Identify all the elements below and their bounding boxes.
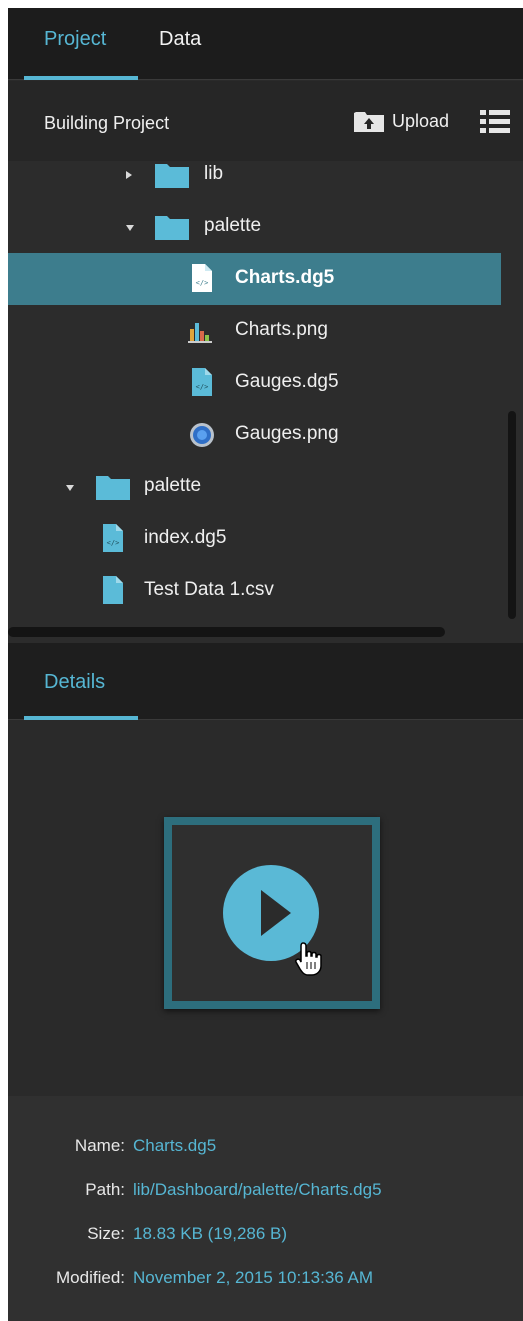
details-tab-bar: Details: [8, 643, 523, 720]
tree-item-label: palette: [144, 475, 202, 496]
tab-details[interactable]: Details: [44, 671, 105, 694]
dg5-file-icon: </>: [192, 368, 212, 396]
tree-item-palette-root[interactable]: palette: [8, 461, 501, 513]
dg5-file-icon: </>: [103, 524, 123, 552]
project-header: Building Project Upload: [8, 81, 523, 161]
info-row-path: Path: lib/Dashboard/palette/Charts.dg5: [8, 1180, 523, 1204]
tree-item-label: index.dg5: [144, 527, 227, 548]
hand-cursor-icon: [295, 942, 322, 976]
svg-text:</>: </>: [196, 279, 209, 287]
tree-item-lib[interactable]: lib: [8, 161, 501, 201]
tree-item-charts-dg5[interactable]: </> Charts.dg5: [8, 253, 501, 305]
tab-data[interactable]: Data: [159, 28, 201, 51]
folder-icon: [155, 164, 189, 188]
list-view-icon[interactable]: [478, 107, 512, 137]
app-window: Project Data Building Project Upload lib…: [8, 8, 523, 1321]
info-value: November 2, 2015 10:13:36 AM: [133, 1268, 374, 1287]
info-label: Path:: [85, 1180, 125, 1199]
svg-text:</>: </>: [107, 539, 120, 547]
tree-item-label: Gauges.dg5: [235, 371, 339, 392]
info-value: 18.83 KB (19,286 B): [133, 1224, 288, 1243]
info-value[interactable]: Charts.dg5: [133, 1136, 216, 1156]
collapse-caret-icon[interactable]: [66, 485, 74, 491]
active-tab-indicator: [24, 76, 138, 80]
svg-text:</>: </>: [196, 383, 209, 391]
tab-project[interactable]: Project: [44, 28, 106, 51]
upload-label: Upload: [392, 111, 450, 131]
tree-horizontal-scrollbar[interactable]: [8, 627, 445, 637]
tree-vertical-scrollbar[interactable]: [508, 411, 516, 619]
folder-icon: [96, 476, 130, 500]
tree-item-label: palette: [204, 215, 262, 236]
tree-item-test-data-csv[interactable]: Test Data 1.csv: [8, 565, 501, 617]
file-icon: [103, 576, 123, 604]
tree-item-label: Charts.png: [235, 319, 328, 340]
tree-item-gauges-png[interactable]: Gauges.png: [8, 409, 501, 461]
collapse-caret-icon[interactable]: [126, 225, 134, 231]
upload-folder-icon: [354, 112, 384, 132]
tree-item-label: Gauges.png: [235, 423, 339, 444]
info-row-name: Name: Charts.dg5: [8, 1136, 523, 1160]
tree-item-palette[interactable]: palette: [8, 201, 501, 253]
preview-frame: [164, 817, 380, 1009]
play-icon: [261, 890, 291, 936]
chart-image-icon: [188, 323, 212, 343]
tree-item-label: Charts.dg5: [235, 267, 335, 288]
expand-caret-icon[interactable]: [126, 171, 132, 179]
tree-item-index-dg5[interactable]: </> index.dg5: [8, 513, 501, 565]
tree-item-label: Test Data 1.csv: [144, 579, 274, 600]
folder-icon: [155, 216, 189, 240]
tree-item-label: lib: [204, 163, 224, 184]
project-title: Building Project: [44, 113, 170, 133]
gauge-image-icon: [190, 423, 214, 447]
file-info-panel: Name: Charts.dg5 Path: lib/Dashboard/pal…: [8, 1096, 523, 1321]
dg5-file-icon: </>: [192, 264, 212, 292]
file-tree: lib palette </> Charts.dg5 Charts.png </…: [8, 161, 523, 643]
info-label: Size:: [87, 1224, 125, 1243]
preview-area: [8, 720, 523, 1096]
info-label: Name:: [74, 1136, 125, 1155]
tree-item-gauges-dg5[interactable]: </> Gauges.dg5: [8, 357, 501, 409]
info-label: Modified:: [56, 1268, 125, 1287]
tree-item-charts-png[interactable]: Charts.png: [8, 305, 501, 357]
top-tab-bar: Project Data: [8, 8, 523, 80]
info-row-size: Size: 18.83 KB (19,286 B): [8, 1224, 523, 1248]
info-value[interactable]: lib/Dashboard/palette/Charts.dg5: [133, 1180, 382, 1200]
info-row-modified: Modified: November 2, 2015 10:13:36 AM: [8, 1268, 523, 1292]
